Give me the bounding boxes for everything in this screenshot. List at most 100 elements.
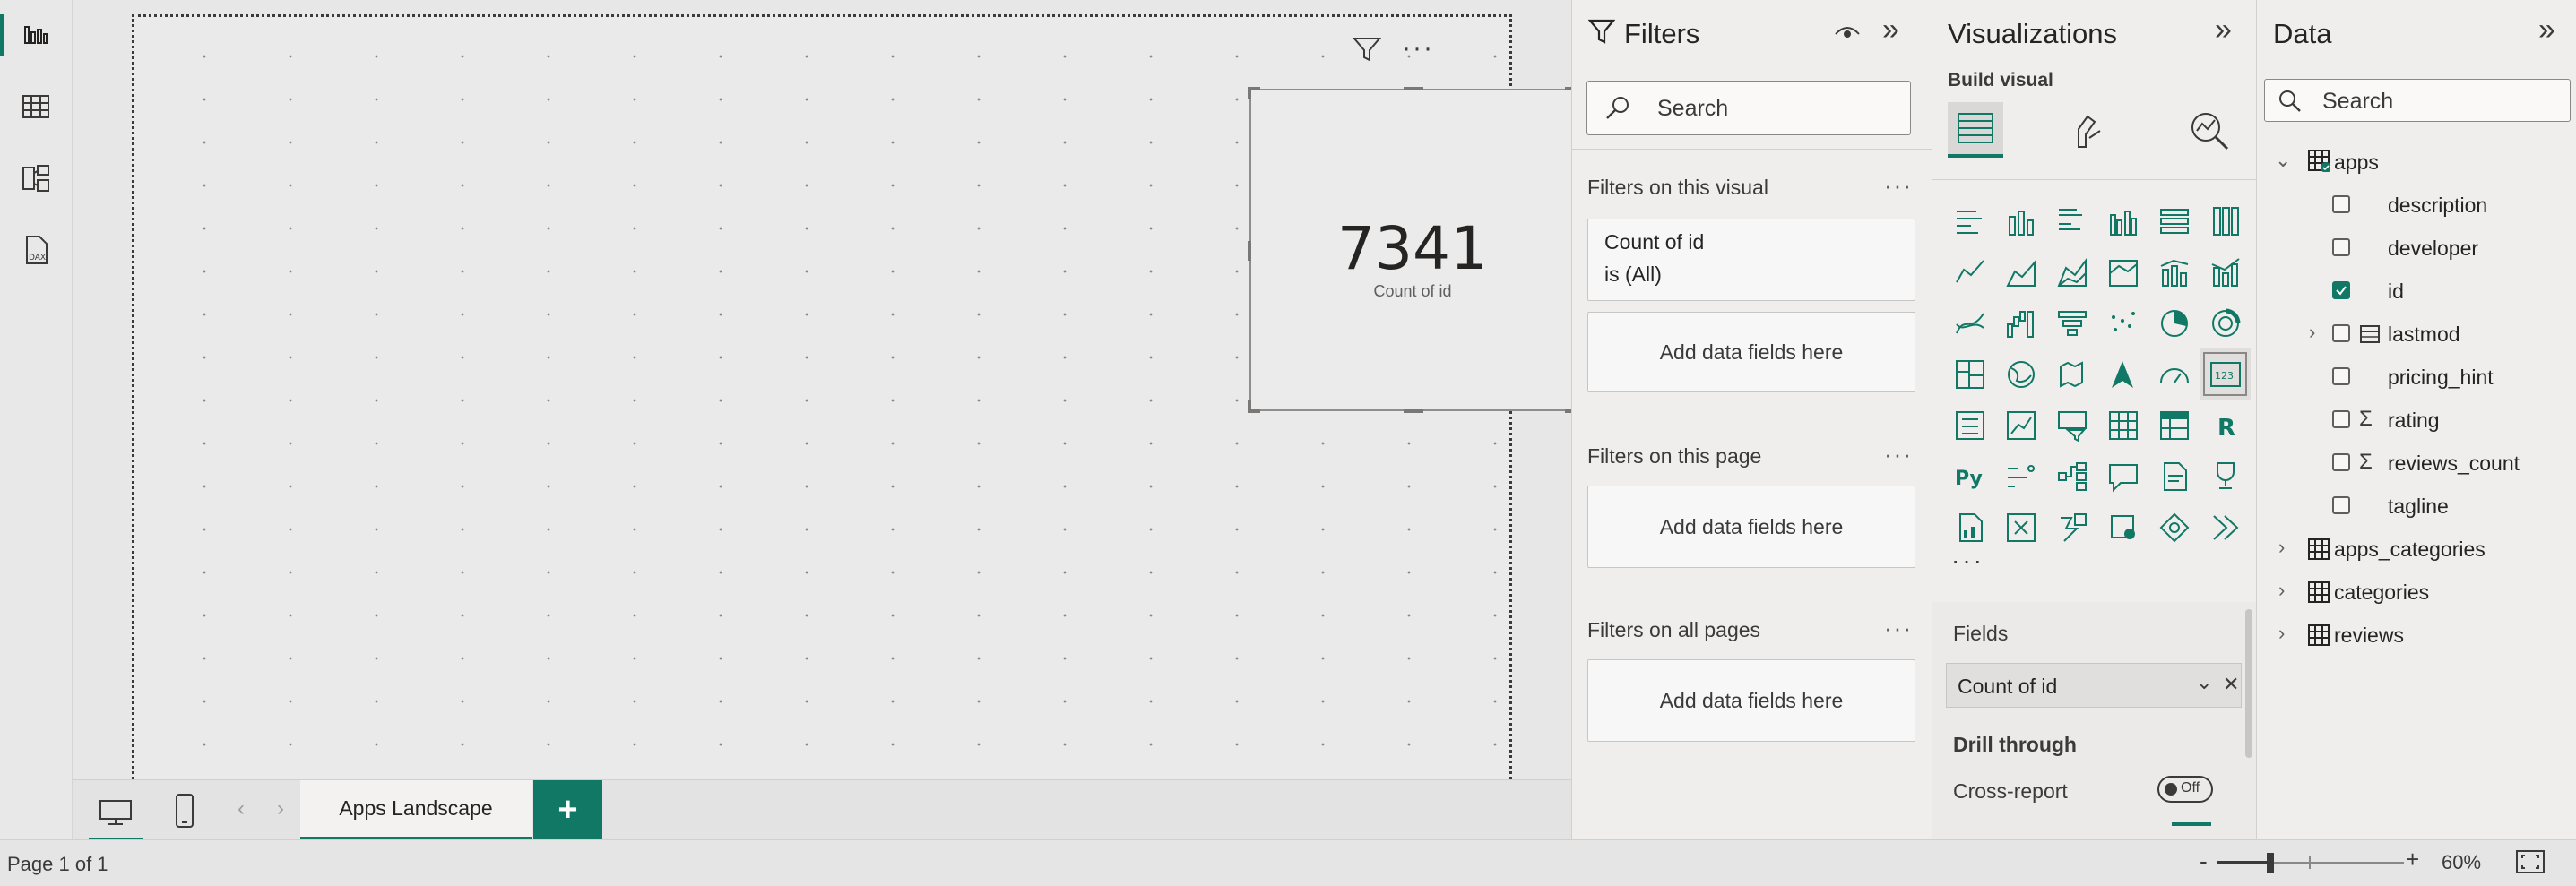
field-checkbox[interactable] xyxy=(2332,281,2350,299)
all-pages-filter-drop-zone[interactable]: Add data fields here xyxy=(1587,659,1915,742)
stacked-area-chart-icon[interactable] xyxy=(2046,246,2097,297)
more-options-icon[interactable]: ··· xyxy=(1884,172,1913,200)
area-chart-icon[interactable] xyxy=(1995,246,2046,297)
field-developer[interactable]: developer xyxy=(2275,228,2571,269)
collapse-pane-icon[interactable]: » xyxy=(2215,13,2232,47)
field-pricing-hint[interactable]: pricing_hint xyxy=(2275,357,2571,398)
filters-search-input[interactable]: Search xyxy=(1586,81,1911,135)
clustered-bar-chart-icon[interactable] xyxy=(2046,195,2097,246)
field-checkbox[interactable] xyxy=(2332,367,2350,385)
chevron-right-icon[interactable]: › xyxy=(2278,579,2285,602)
power-automate-icon[interactable] xyxy=(2046,502,2097,553)
chevron-down-icon[interactable]: ⌄ xyxy=(2196,671,2212,694)
filter-card-count-of-id[interactable]: Count of id is (All) xyxy=(1587,219,1915,301)
mobile-layout-icon[interactable] xyxy=(171,789,198,832)
scrollbar[interactable] xyxy=(2245,609,2252,758)
waterfall-chart-icon[interactable] xyxy=(1995,297,2046,348)
zoom-slider-thumb[interactable] xyxy=(2267,853,2274,873)
field-rating[interactable]: Σrating xyxy=(2275,400,2571,441)
collapse-pane-icon[interactable]: » xyxy=(1882,13,1899,47)
100-stacked-column-chart-icon[interactable] xyxy=(2200,195,2251,246)
custom-visual-icon[interactable] xyxy=(2148,502,2200,553)
field-id[interactable]: id xyxy=(2275,271,2571,312)
chevron-right-icon[interactable]: › xyxy=(2278,622,2285,645)
scatter-chart-icon[interactable] xyxy=(2097,297,2148,348)
stacked-bar-chart-icon[interactable] xyxy=(1944,195,1995,246)
line-stacked-column-icon[interactable] xyxy=(2200,246,2251,297)
resize-handle[interactable] xyxy=(1404,409,1423,413)
chevron-right-icon[interactable]: › xyxy=(2278,536,2285,559)
field-checkbox[interactable] xyxy=(2332,238,2350,256)
field-well-count-of-id[interactable]: Count of id ⌄ ✕ xyxy=(1946,663,2242,708)
field-reviews-count[interactable]: Σreviews_count xyxy=(2275,443,2571,484)
table-view-icon[interactable] xyxy=(0,79,72,134)
stacked-column-chart-icon[interactable] xyxy=(1995,195,2046,246)
more-visuals-icon[interactable]: ··· xyxy=(1951,546,1984,575)
format-visual-tab[interactable] xyxy=(2068,111,2107,155)
power-apps-icon[interactable] xyxy=(1995,502,2046,553)
line-clustered-column-icon[interactable] xyxy=(2148,246,2200,297)
arcgis-map-icon[interactable] xyxy=(2097,502,2148,553)
chevron-down-icon[interactable]: ⌄ xyxy=(2275,149,2291,172)
field-tagline[interactable]: tagline xyxy=(2275,486,2571,527)
gauge-icon[interactable] xyxy=(2148,348,2200,400)
slicer-icon[interactable] xyxy=(2046,400,2097,451)
qna-icon[interactable] xyxy=(2097,451,2148,502)
report-view-icon[interactable] xyxy=(0,7,72,63)
page-filter-drop-zone[interactable]: Add data fields here xyxy=(1587,486,1915,568)
azure-map-icon[interactable] xyxy=(2097,348,2148,400)
table-icon[interactable] xyxy=(2097,400,2148,451)
python-visual-icon[interactable]: Py xyxy=(1944,451,1995,502)
smart-narrative-icon[interactable] xyxy=(2148,451,2200,502)
funnel-chart-icon[interactable] xyxy=(2046,297,2097,348)
metrics-icon[interactable] xyxy=(2200,451,2251,502)
filter-icon[interactable] xyxy=(1352,35,1382,68)
visual-filter-drop-zone[interactable]: Add data fields here xyxy=(1587,312,1915,392)
matrix-icon[interactable] xyxy=(2148,400,2200,451)
map-icon[interactable] xyxy=(1995,348,2046,400)
filled-map-icon[interactable] xyxy=(2046,348,2097,400)
field-checkbox[interactable] xyxy=(2332,496,2350,514)
resize-handle[interactable] xyxy=(1248,87,1251,99)
line-chart-icon[interactable] xyxy=(1944,246,1995,297)
donut-chart-icon[interactable] xyxy=(2200,297,2251,348)
close-icon[interactable]: ✕ xyxy=(2223,673,2239,696)
resize-handle[interactable] xyxy=(1404,87,1423,90)
key-influencers-icon[interactable] xyxy=(1995,451,2046,502)
card-icon[interactable]: 123 xyxy=(2200,348,2251,400)
decomposition-tree-icon[interactable] xyxy=(2046,451,2097,502)
dax-query-view-icon[interactable]: DAX xyxy=(0,222,72,278)
100-stacked-bar-chart-icon[interactable] xyxy=(2148,195,2200,246)
multi-row-card-icon[interactable] xyxy=(1944,400,1995,451)
more-options-icon[interactable]: ··· xyxy=(1402,33,1434,64)
field-lastmod[interactable]: › lastmod xyxy=(2275,314,2571,355)
cross-report-toggle[interactable]: Off xyxy=(2157,776,2213,803)
more-options-icon[interactable]: ··· xyxy=(1884,615,1913,642)
clustered-column-chart-icon[interactable] xyxy=(2097,195,2148,246)
field-checkbox[interactable] xyxy=(2332,410,2350,428)
ribbon-chart-icon[interactable] xyxy=(1944,297,1995,348)
desktop-layout-icon[interactable] xyxy=(89,787,143,841)
zoom-out-button[interactable]: - xyxy=(2200,847,2208,875)
data-search-input[interactable]: Search xyxy=(2264,79,2571,122)
pie-chart-icon[interactable] xyxy=(2148,297,2200,348)
treemap-icon[interactable] xyxy=(1944,348,1995,400)
100-stacked-area-chart-icon[interactable] xyxy=(2097,246,2148,297)
chevron-right-icon[interactable]: › xyxy=(277,796,284,821)
paginated-report-icon[interactable] xyxy=(1944,502,1995,553)
kpi-icon[interactable] xyxy=(1995,400,2046,451)
collapse-pane-icon[interactable]: » xyxy=(2538,13,2555,47)
add-page-button[interactable]: + xyxy=(533,780,602,840)
zoom-slider[interactable] xyxy=(2217,853,2404,873)
report-page[interactable]: 7341 Count of id ··· xyxy=(132,14,1578,779)
r-visual-icon[interactable]: R xyxy=(2200,400,2251,451)
model-view-icon[interactable] xyxy=(0,151,72,206)
field-checkbox[interactable] xyxy=(2332,195,2350,213)
tab-apps-landscape[interactable]: Apps Landscape xyxy=(300,780,532,840)
zoom-in-button[interactable]: + xyxy=(2406,846,2419,873)
field-checkbox[interactable] xyxy=(2332,453,2350,471)
resize-handle[interactable] xyxy=(1248,400,1251,413)
chevron-right-icon[interactable]: › xyxy=(2309,321,2315,344)
field-description[interactable]: description xyxy=(2275,185,2571,226)
eye-icon[interactable] xyxy=(1834,20,1861,49)
